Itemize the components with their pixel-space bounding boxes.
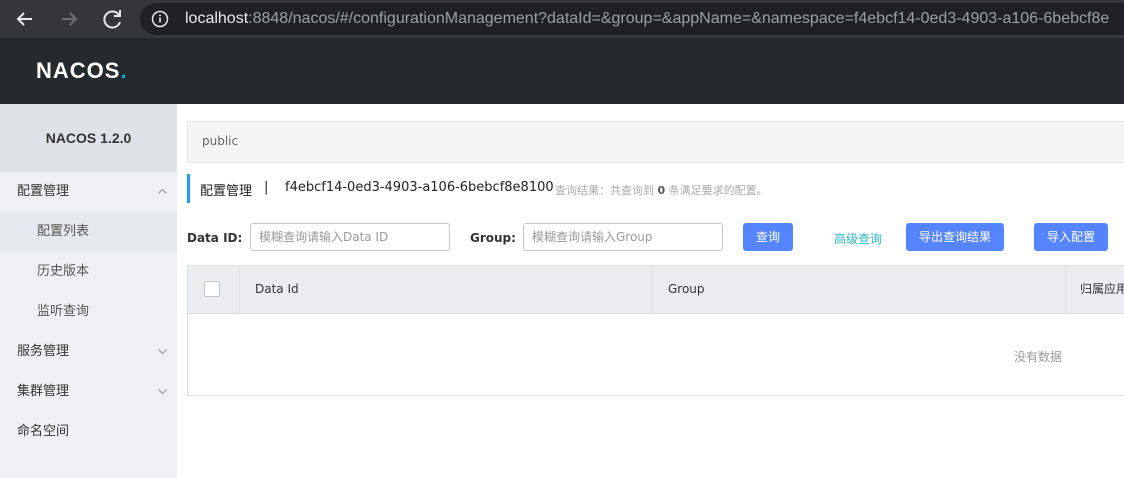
result-prefix: 查询结果：共查询到	[555, 184, 654, 197]
column-header-app[interactable]: 归属应用	[1080, 266, 1124, 313]
url-host: localhost	[185, 10, 249, 27]
url-path: :8848/nacos/#/configurationManagement?da…	[248, 10, 1110, 27]
url-text: localhost:8848/nacos/#/configurationMana…	[185, 10, 1109, 28]
group-label: Group:	[470, 231, 516, 245]
sidebar-item-label: 服务管理	[17, 344, 70, 359]
sidebar-item-cluster-management[interactable]: 集群管理	[0, 372, 177, 412]
sidebar-item-listener-query[interactable]: 监听查询	[0, 292, 177, 332]
chevron-up-icon	[158, 188, 167, 194]
title-accent-bar	[187, 174, 190, 203]
sidebar-item-history[interactable]: 历史版本	[0, 252, 177, 292]
back-button[interactable]	[11, 5, 39, 33]
sidebar-item-namespace[interactable]: 命名空间	[0, 412, 177, 452]
sidebar-item-config-list[interactable]: 配置列表	[0, 212, 177, 252]
chevron-down-icon	[158, 349, 167, 355]
result-count: 0	[657, 184, 666, 197]
namespace-id: f4ebcf14-0ed3-4903-a106-6bebcf8e8100	[285, 180, 554, 195]
arrow-left-icon	[16, 12, 32, 26]
reload-button[interactable]	[99, 5, 127, 33]
column-header-group[interactable]: Group	[668, 266, 705, 313]
column-header-data-id[interactable]: Data Id	[255, 266, 299, 313]
sidebar-item-config-management[interactable]: 配置管理	[0, 172, 177, 212]
page-title-row: 配置管理 | f4ebcf14-0ed3-4903-a106-6bebcf8e8…	[187, 174, 1124, 203]
sidebar-item-label: 配置管理	[17, 184, 70, 199]
select-all-checkbox[interactable]	[204, 281, 220, 297]
export-results-button[interactable]: 导出查询结果	[906, 223, 1004, 251]
info-icon[interactable]	[151, 10, 169, 28]
data-id-label: Data ID:	[187, 231, 243, 245]
result-suffix: 条满足要求的配置。	[668, 184, 768, 197]
import-config-button[interactable]: 导入配置	[1034, 223, 1108, 251]
sidebar-item-label: 配置列表	[37, 224, 90, 239]
address-bar[interactable]: localhost:8848/nacos/#/configurationMana…	[140, 3, 1124, 35]
table-header: Data Id Group 归属应用	[188, 266, 1124, 314]
column-divider	[1065, 266, 1066, 313]
search-button[interactable]: 查询	[743, 223, 793, 251]
column-divider	[239, 266, 240, 313]
sidebar: NACOS 1.2.0 配置管理 配置列表 历史版本 监听查询 服务管理 集群管…	[0, 104, 177, 478]
logo-text: NACOS	[36, 58, 121, 83]
app-header: NACOS.	[0, 38, 1124, 104]
forward-button[interactable]	[55, 5, 83, 33]
sidebar-item-label: 历史版本	[37, 264, 90, 279]
namespace-bar: public	[187, 121, 1124, 163]
arrow-right-icon	[62, 12, 78, 26]
nacos-logo[interactable]: NACOS.	[36, 58, 128, 84]
reload-icon	[103, 10, 121, 29]
main-content: public 配置管理 | f4ebcf14-0ed3-4903-a106-6b…	[187, 104, 1124, 478]
column-divider	[651, 266, 652, 313]
chevron-down-icon	[158, 389, 167, 395]
sidebar-item-label: 命名空间	[17, 424, 70, 439]
config-table: Data Id Group 归属应用 没有数据	[187, 265, 1124, 396]
advanced-query-link[interactable]: 高级查询	[834, 230, 882, 247]
empty-state-text: 没有数据	[1014, 350, 1063, 364]
version-title: NACOS 1.2.0	[0, 104, 177, 172]
sidebar-item-label: 监听查询	[37, 304, 90, 319]
logo-dot: .	[120, 58, 128, 83]
query-result-text: 查询结果：共查询到 0 条满足要求的配置。	[555, 182, 768, 198]
namespace-tab-public[interactable]: public	[202, 134, 238, 148]
page-title: 配置管理	[200, 184, 253, 199]
title-separator: |	[264, 180, 269, 195]
browser-toolbar: localhost:8848/nacos/#/configurationMana…	[0, 0, 1124, 38]
query-form: Data ID: Group: 查询 高级查询 导出查询结果 导入配置	[187, 223, 1124, 253]
sidebar-item-label: 集群管理	[17, 384, 70, 399]
sidebar-item-service-management[interactable]: 服务管理	[0, 332, 177, 372]
group-input[interactable]	[523, 223, 723, 251]
data-id-input[interactable]	[250, 223, 450, 251]
